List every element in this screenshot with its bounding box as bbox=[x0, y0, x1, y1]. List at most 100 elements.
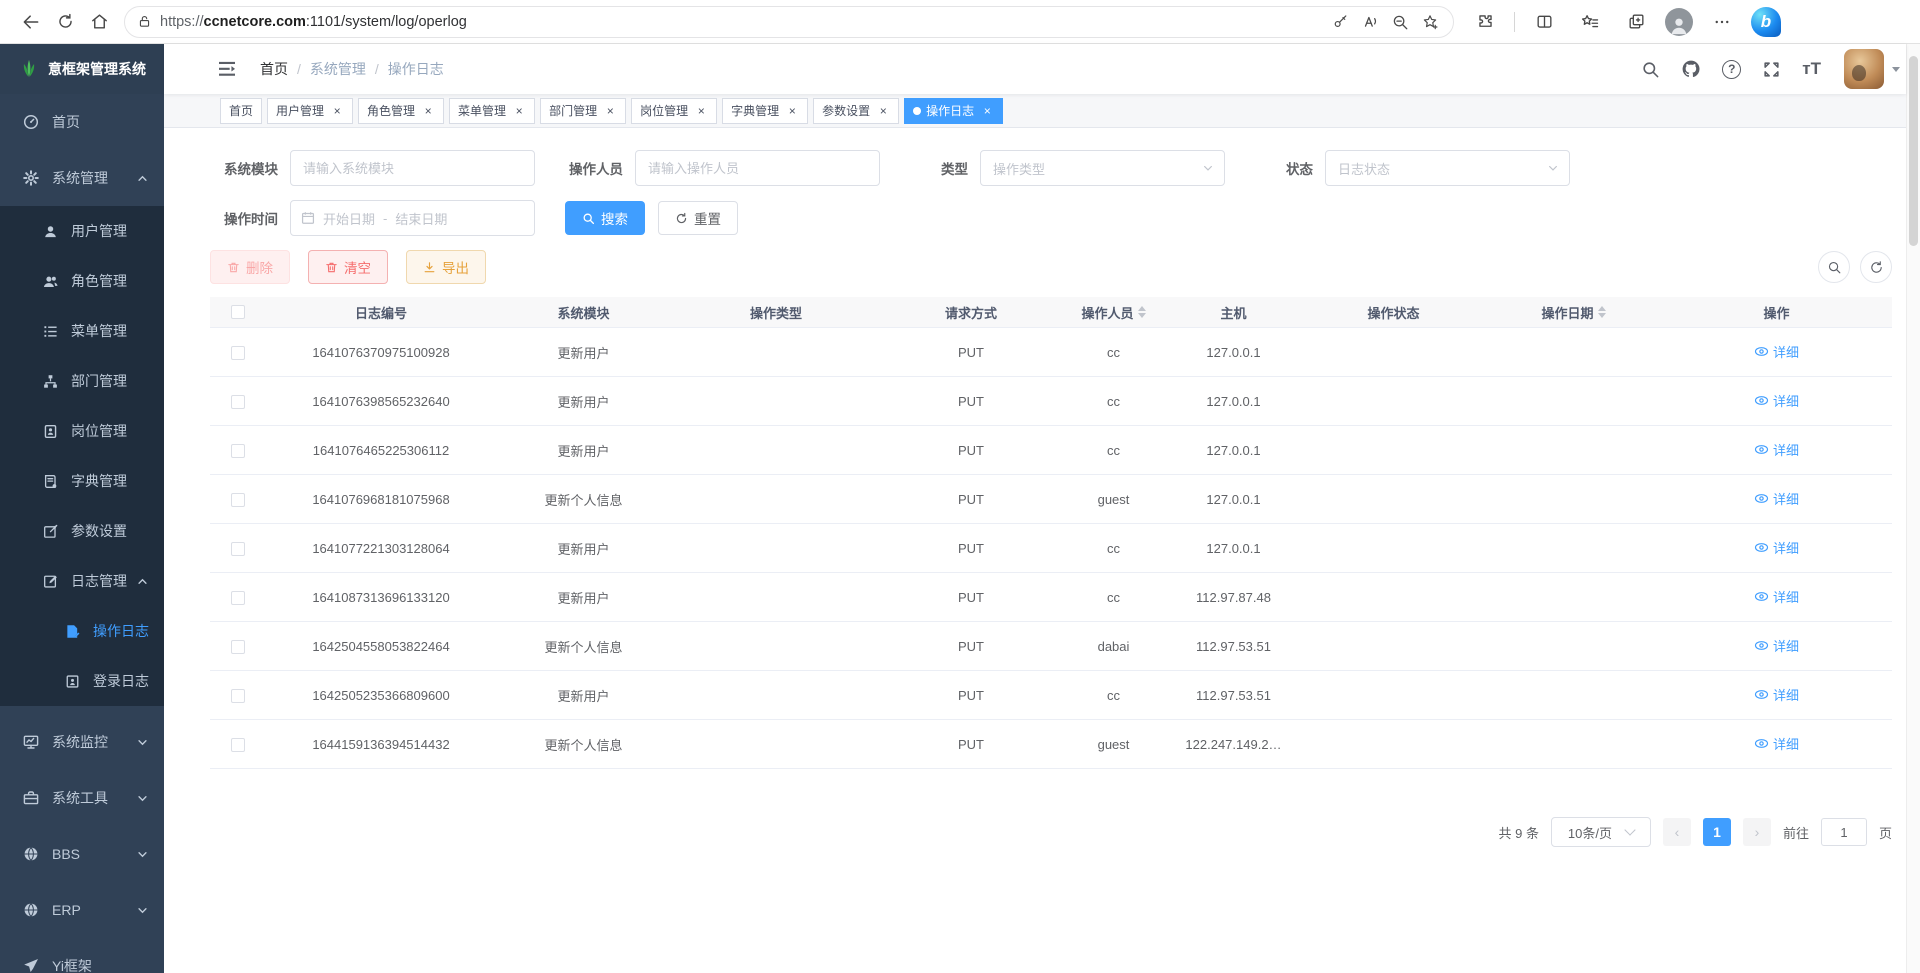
prev-page-button[interactable]: ‹ bbox=[1663, 818, 1691, 846]
tab-close-icon[interactable]: × bbox=[785, 104, 799, 118]
row-checkbox[interactable] bbox=[231, 346, 245, 360]
sidebar-item-dict-management[interactable]: 字典管理 bbox=[0, 456, 164, 506]
favorites-star-list-icon[interactable] bbox=[1573, 5, 1607, 39]
tab-close-icon[interactable]: × bbox=[512, 104, 526, 118]
sidebar-item-system-tools[interactable]: 系统工具 bbox=[0, 770, 164, 826]
site-info-lock-icon[interactable] bbox=[137, 14, 152, 29]
reset-button[interactable]: 重置 bbox=[658, 201, 738, 235]
sidebar-item-role-management[interactable]: 角色管理 bbox=[0, 256, 164, 306]
sidebar-item-department-management[interactable]: 部门管理 bbox=[0, 356, 164, 406]
password-key-icon[interactable] bbox=[1325, 7, 1355, 37]
address-bar[interactable]: https://ccnetcore.com:1101/system/log/op… bbox=[124, 6, 1454, 38]
table-search-toggle-button[interactable] bbox=[1818, 251, 1850, 283]
sidebar-item-login-log[interactable]: 登录日志 bbox=[0, 656, 164, 706]
collections-icon[interactable] bbox=[1619, 5, 1653, 39]
col-operator-sortable[interactable]: 操作人员 bbox=[1061, 303, 1166, 322]
row-checkbox[interactable] bbox=[231, 689, 245, 703]
module-filter-input[interactable] bbox=[290, 150, 535, 186]
detail-link[interactable]: 详细 bbox=[1754, 538, 1799, 557]
detail-link[interactable]: 详细 bbox=[1754, 587, 1799, 606]
tab[interactable]: 岗位管理 × bbox=[631, 98, 717, 124]
browser-profile-avatar[interactable] bbox=[1665, 8, 1693, 36]
current-page-button[interactable]: 1 bbox=[1703, 818, 1731, 846]
user-avatar[interactable] bbox=[1844, 49, 1884, 89]
row-checkbox[interactable] bbox=[231, 493, 245, 507]
delete-button[interactable]: 删除 bbox=[210, 250, 290, 284]
search-button[interactable]: 搜索 bbox=[565, 201, 645, 235]
tab[interactable]: 操作日志 × bbox=[904, 98, 1003, 124]
text-size-icon[interactable]: тT bbox=[1802, 59, 1821, 79]
table-refresh-button[interactable] bbox=[1860, 251, 1892, 283]
tab[interactable]: 部门管理 × bbox=[540, 98, 626, 124]
export-button[interactable]: 导出 bbox=[406, 250, 486, 284]
tab-close-icon[interactable]: × bbox=[603, 104, 617, 118]
row-checkbox[interactable] bbox=[231, 444, 245, 458]
user-menu[interactable] bbox=[1844, 49, 1900, 89]
sidebar-item-parameter-settings[interactable]: 参数设置 bbox=[0, 506, 164, 556]
row-checkbox[interactable] bbox=[231, 591, 245, 605]
status-filter-select[interactable]: 日志状态 bbox=[1325, 150, 1570, 186]
detail-link[interactable]: 详细 bbox=[1754, 440, 1799, 459]
read-aloud-icon[interactable] bbox=[1355, 7, 1385, 37]
detail-link[interactable]: 详细 bbox=[1754, 391, 1799, 410]
operator-filter-input[interactable] bbox=[635, 150, 880, 186]
tab-close-icon[interactable]: × bbox=[694, 104, 708, 118]
split-screen-icon[interactable] bbox=[1527, 5, 1561, 39]
sort-carets-icon[interactable] bbox=[1138, 306, 1146, 318]
detail-link[interactable]: 详细 bbox=[1754, 342, 1799, 361]
fullscreen-icon[interactable] bbox=[1762, 60, 1781, 79]
date-range-picker[interactable]: 开始日期 - 结束日期 bbox=[290, 200, 535, 236]
tab-close-icon[interactable]: × bbox=[876, 104, 890, 118]
github-icon[interactable] bbox=[1681, 59, 1701, 79]
sidebar-item-yi-framework[interactable]: Yi框架 bbox=[0, 938, 164, 973]
sidebar-item-post-management[interactable]: 岗位管理 bbox=[0, 406, 164, 456]
sidebar-item-menu-management[interactable]: 菜单管理 bbox=[0, 306, 164, 356]
row-checkbox[interactable] bbox=[231, 395, 245, 409]
header-search-icon[interactable] bbox=[1641, 60, 1660, 79]
tab-close-icon[interactable]: × bbox=[980, 104, 994, 118]
help-question-icon[interactable]: ? bbox=[1722, 60, 1741, 79]
goto-page-input[interactable] bbox=[1821, 818, 1867, 846]
detail-link[interactable]: 详细 bbox=[1754, 636, 1799, 655]
browser-back-button[interactable] bbox=[14, 5, 48, 39]
sidebar-item-user-management[interactable]: 用户管理 bbox=[0, 206, 164, 256]
browser-refresh-button[interactable] bbox=[48, 5, 82, 39]
tab[interactable]: 用户管理 × bbox=[267, 98, 353, 124]
next-page-button[interactable]: › bbox=[1743, 818, 1771, 846]
detail-link[interactable]: 详细 bbox=[1754, 734, 1799, 753]
row-checkbox[interactable] bbox=[231, 542, 245, 556]
extensions-puzzle-icon[interactable] bbox=[1468, 5, 1502, 39]
tab[interactable]: 字典管理 × bbox=[722, 98, 808, 124]
row-checkbox[interactable] bbox=[231, 640, 245, 654]
type-filter-select[interactable]: 操作类型 bbox=[980, 150, 1225, 186]
browser-home-button[interactable] bbox=[82, 5, 116, 39]
sidebar-item-home[interactable]: 首页 bbox=[0, 94, 164, 150]
tab-close-icon[interactable]: × bbox=[421, 104, 435, 118]
sort-carets-icon[interactable] bbox=[1598, 306, 1606, 318]
copilot-bing-icon[interactable]: b bbox=[1751, 7, 1781, 37]
detail-link[interactable]: 详细 bbox=[1754, 685, 1799, 704]
sidebar-item-system-management[interactable]: 系统管理 bbox=[0, 150, 164, 206]
sidebar-item-log-management[interactable]: 日志管理 bbox=[0, 556, 164, 606]
page-size-select[interactable]: 10条/页 bbox=[1551, 817, 1651, 847]
sidebar-item-system-monitor[interactable]: 系统监控 bbox=[0, 714, 164, 770]
zoom-out-icon[interactable] bbox=[1385, 7, 1415, 37]
sidebar-item-operation-log[interactable]: 操作日志 bbox=[0, 606, 164, 656]
add-favorite-star-icon[interactable] bbox=[1415, 7, 1445, 37]
tab[interactable]: 参数设置 × bbox=[813, 98, 899, 124]
clear-button[interactable]: 清空 bbox=[308, 250, 388, 284]
select-all-checkbox[interactable] bbox=[231, 305, 245, 319]
breadcrumb-home[interactable]: 首页 bbox=[260, 59, 288, 79]
tab-close-icon[interactable]: × bbox=[330, 104, 344, 118]
sidebar-item-erp[interactable]: ERP bbox=[0, 882, 164, 938]
page-scrollbar[interactable] bbox=[1906, 44, 1920, 973]
row-checkbox[interactable] bbox=[231, 738, 245, 752]
detail-link[interactable]: 详细 bbox=[1754, 489, 1799, 508]
scrollbar-thumb[interactable] bbox=[1909, 56, 1918, 246]
col-date-sortable[interactable]: 操作日期 bbox=[1486, 303, 1661, 322]
url-text[interactable]: https://ccnetcore.com:1101/system/log/op… bbox=[160, 14, 1325, 30]
tab[interactable]: 角色管理 × bbox=[358, 98, 444, 124]
sidebar-item-bbs[interactable]: BBS bbox=[0, 826, 164, 882]
tab[interactable]: 首页 bbox=[220, 98, 262, 124]
sidebar-fold-icon[interactable] bbox=[218, 61, 236, 77]
